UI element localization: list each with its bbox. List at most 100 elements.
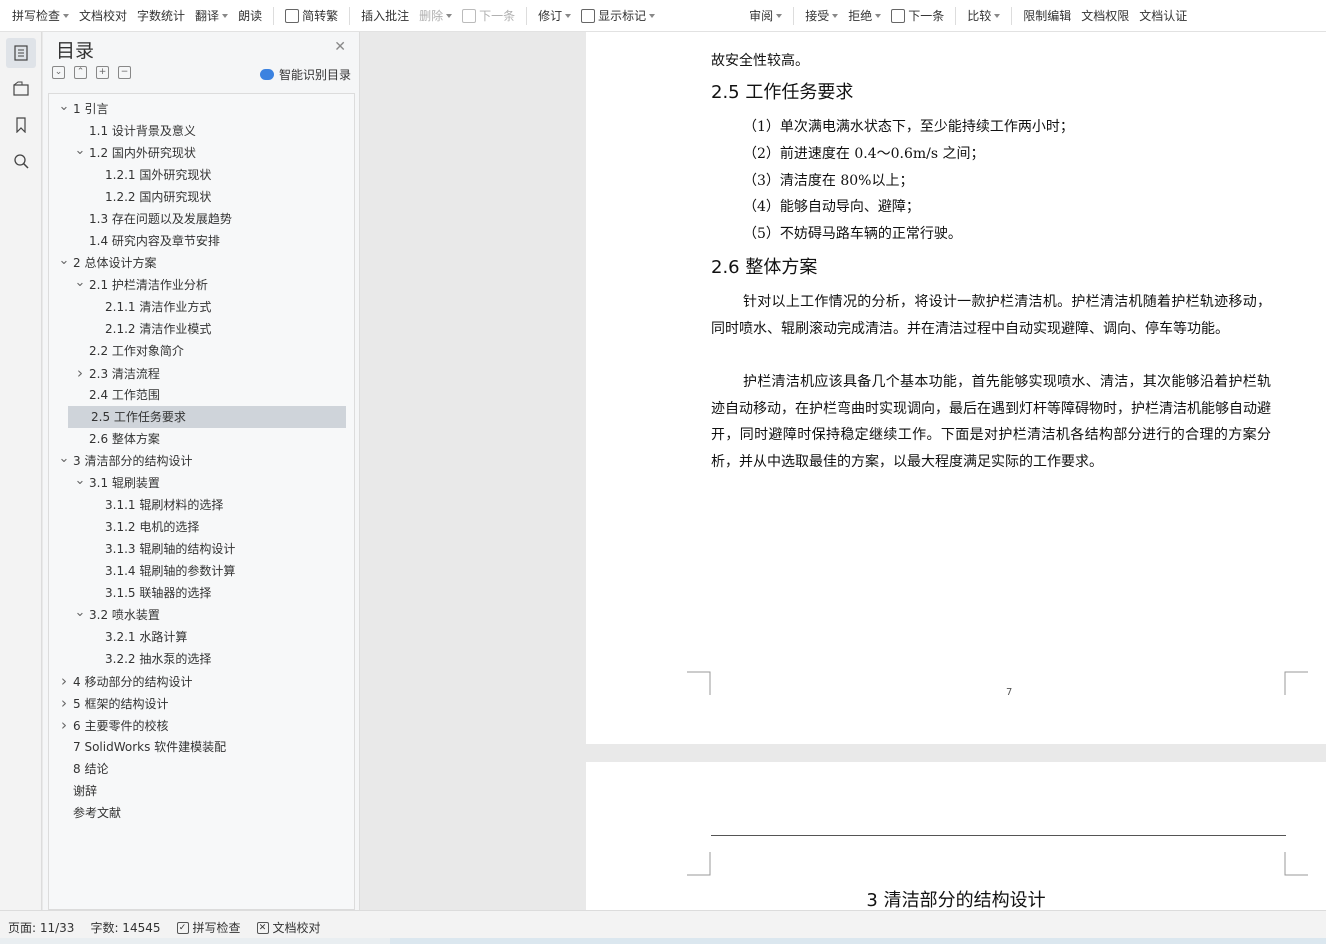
read-aloud-label: 朗读 [238, 9, 263, 23]
spell-check-button[interactable]: 拼写检查 [0, 0, 74, 32]
translate-button[interactable]: 翻译 [190, 0, 233, 32]
next-change-button[interactable]: 下一条 [886, 0, 949, 32]
toc-item[interactable]: 2.2 工作对象简介 [73, 340, 184, 362]
toc-item[interactable]: 3.1.4 辊刷轴的参数计算 [89, 560, 235, 582]
chevron-down-icon[interactable]: ⌄ [73, 140, 87, 162]
toc-item[interactable]: 谢辞 [57, 780, 97, 802]
toc-item[interactable]: 2.4 工作范围 [73, 384, 160, 406]
toc-item-label: 参考文献 [73, 806, 122, 820]
review-toolbar: 拼写检查 文档校对 字数统计 翻译 朗读 简转繁 插入批注 删除 下一条 修订 … [0, 0, 1326, 32]
toc-item[interactable]: ⌄ 2 总体设计方案 [57, 250, 157, 274]
chevron-right-icon[interactable]: › [57, 670, 71, 692]
toc-item[interactable]: 2.1.1 清洁作业方式 [89, 296, 211, 318]
simp-trad-button[interactable]: 简转繁 [280, 0, 343, 32]
doc-auth-label: 文档认证 [1139, 9, 1188, 23]
structure-rail-button[interactable] [6, 74, 36, 104]
chevron-down-icon [994, 13, 1001, 18]
insert-comment-button[interactable]: 插入批注 [356, 0, 414, 32]
compare-button[interactable]: 比较 [962, 0, 1005, 32]
expand-all-icon[interactable]: ⌄ [52, 66, 65, 79]
simp-trad-label: 简转繁 [302, 9, 339, 23]
toc-item[interactable]: 1.1 设计背景及意义 [73, 120, 196, 142]
page-indicator[interactable]: 页面: 11/33 [0, 919, 82, 936]
chapter-heading: 3 清洁部分的结构设计 [866, 890, 1046, 910]
toc-item[interactable]: ⌄ 3 清洁部分的结构设计 [57, 448, 193, 472]
toc-item[interactable]: › 2.3 清洁流程 [73, 362, 160, 384]
chevron-right-icon[interactable]: › [57, 692, 71, 714]
next-comment-button[interactable]: 下一条 [457, 0, 520, 32]
toc-item[interactable]: ⌄ 2.1 护栏清洁作业分析 [73, 274, 208, 296]
paragraph-fragment: 故安全性较高。 [711, 53, 809, 69]
accept-button[interactable]: 接受 [800, 0, 843, 32]
close-icon[interactable]: ✕ [334, 39, 346, 55]
toc-item[interactable]: 3.2.2 抽水泵的选择 [89, 648, 211, 670]
toc-item[interactable]: ⌄ 3.2 喷水装置 [73, 604, 160, 626]
chevron-right-icon[interactable]: › [73, 362, 87, 384]
toc-item[interactable]: 2.5 工作任务要求 [68, 406, 346, 428]
chevron-down-icon [832, 13, 839, 18]
collapse-all-icon[interactable]: ⌃ [74, 66, 87, 79]
remove-heading-icon[interactable]: − [118, 66, 131, 79]
toc-rail-button[interactable] [6, 38, 36, 68]
doc-permission-button[interactable]: 文档权限 [1076, 0, 1134, 32]
toc-item[interactable]: 参考文献 [57, 802, 121, 824]
chevron-down-icon[interactable]: ⌄ [73, 470, 87, 492]
chevron-down-icon[interactable]: ⌄ [73, 602, 87, 624]
read-aloud-button[interactable]: 朗读 [233, 0, 267, 32]
toc-item[interactable]: 7 SolidWorks 软件建模装配 [57, 736, 226, 758]
chevron-down-icon[interactable]: ⌄ [57, 448, 71, 470]
status-doc-proof-label: 文档校对 [272, 921, 321, 935]
toc-item[interactable]: ⌄ 3.1 辊刷装置 [73, 472, 160, 494]
toolbar-divider [273, 6, 275, 25]
add-heading-icon[interactable]: + [96, 66, 109, 79]
chevron-down-icon[interactable]: ⌄ [57, 250, 71, 272]
toc-list: ⌄ 1 引言 1.1 设计背景及意义 ⌄ 1.2 国内外研究现状 1.2.1 国外研究现状… [48, 93, 355, 910]
toc-item-label: 4 移动部分的结构设计 [73, 675, 193, 689]
toc-item[interactable]: › 5 框架的结构设计 [57, 692, 168, 714]
chevron-down-icon[interactable]: ⌄ [57, 96, 71, 118]
chevron-down-icon [649, 13, 656, 18]
toc-item[interactable]: 2.1.2 清洁作业模式 [89, 318, 211, 340]
delete-comment-button[interactable]: 删除 [414, 0, 457, 32]
document-canvas[interactable]: 故安全性较高。 2.5 工作任务要求 （1）单次满电满水状态下，至少能持续工作两… [361, 32, 1326, 910]
toc-item[interactable]: ⌄ 1.2 国内外研究现状 [73, 142, 196, 164]
word-count-button[interactable]: 字数统计 [132, 0, 190, 32]
review-pane-button[interactable]: 审阅 [744, 0, 787, 32]
word-count-indicator[interactable]: 字数: 14545 [82, 919, 168, 936]
reject-button[interactable]: 拒绝 [843, 0, 886, 32]
crop-mark [687, 671, 711, 695]
smart-toc-button[interactable]: 智能识别目录 [259, 66, 351, 83]
toc-item[interactable]: 2.6 整体方案 [73, 428, 160, 450]
toc-item-label: 1.3 存在问题以及发展趋势 [89, 212, 232, 226]
status-doc-proof[interactable]: ✕ 文档校对 [249, 919, 329, 936]
toc-item[interactable]: 3.1.5 联轴器的选择 [89, 582, 211, 604]
status-spell-check[interactable]: ✓ 拼写检查 [169, 919, 249, 936]
toc-item[interactable]: 1.3 存在问题以及发展趋势 [73, 208, 232, 230]
toc-item[interactable]: › 6 主要零件的校核 [57, 714, 168, 736]
toc-item[interactable]: 8 结论 [57, 758, 108, 780]
chevron-down-icon[interactable]: ⌄ [73, 272, 87, 294]
toc-item[interactable]: ⌄ 1 引言 [57, 96, 109, 120]
restrict-edit-button[interactable]: 限制编辑 [1018, 0, 1076, 32]
toolbar-divider [526, 6, 528, 25]
doc-auth-button[interactable]: 文档认证 [1134, 0, 1192, 32]
toc-item[interactable]: 3.2.1 水路计算 [89, 626, 187, 648]
track-changes-button[interactable]: 修订 [533, 0, 576, 32]
search-rail-button[interactable] [6, 146, 36, 176]
toc-item[interactable]: 1.2.2 国内研究现状 [89, 186, 211, 208]
bookmark-rail-button[interactable] [6, 110, 36, 140]
toc-item[interactable]: 3.1.1 辊刷材料的选择 [89, 494, 223, 516]
toc-item[interactable]: › 4 移动部分的结构设计 [57, 670, 192, 692]
side-rail [0, 32, 42, 910]
toc-item-label: 谢辞 [73, 784, 98, 798]
page-number: 7 [1006, 687, 1013, 698]
chevron-right-icon[interactable]: › [57, 714, 71, 736]
chevron-down-icon [63, 13, 70, 18]
toc-item[interactable]: 3.1.2 电机的选择 [89, 516, 199, 538]
show-markup-button[interactable]: 显示标记 [576, 0, 660, 32]
toc-item[interactable]: 1.4 研究内容及章节安排 [73, 230, 220, 252]
toc-item[interactable]: 3.1.3 辊刷轴的结构设计 [89, 538, 235, 560]
doc-proof-button[interactable]: 文档校对 [74, 0, 132, 32]
toc-item-label: 2.3 清洁流程 [89, 367, 160, 381]
toc-item[interactable]: 1.2.1 国外研究现状 [89, 164, 211, 186]
